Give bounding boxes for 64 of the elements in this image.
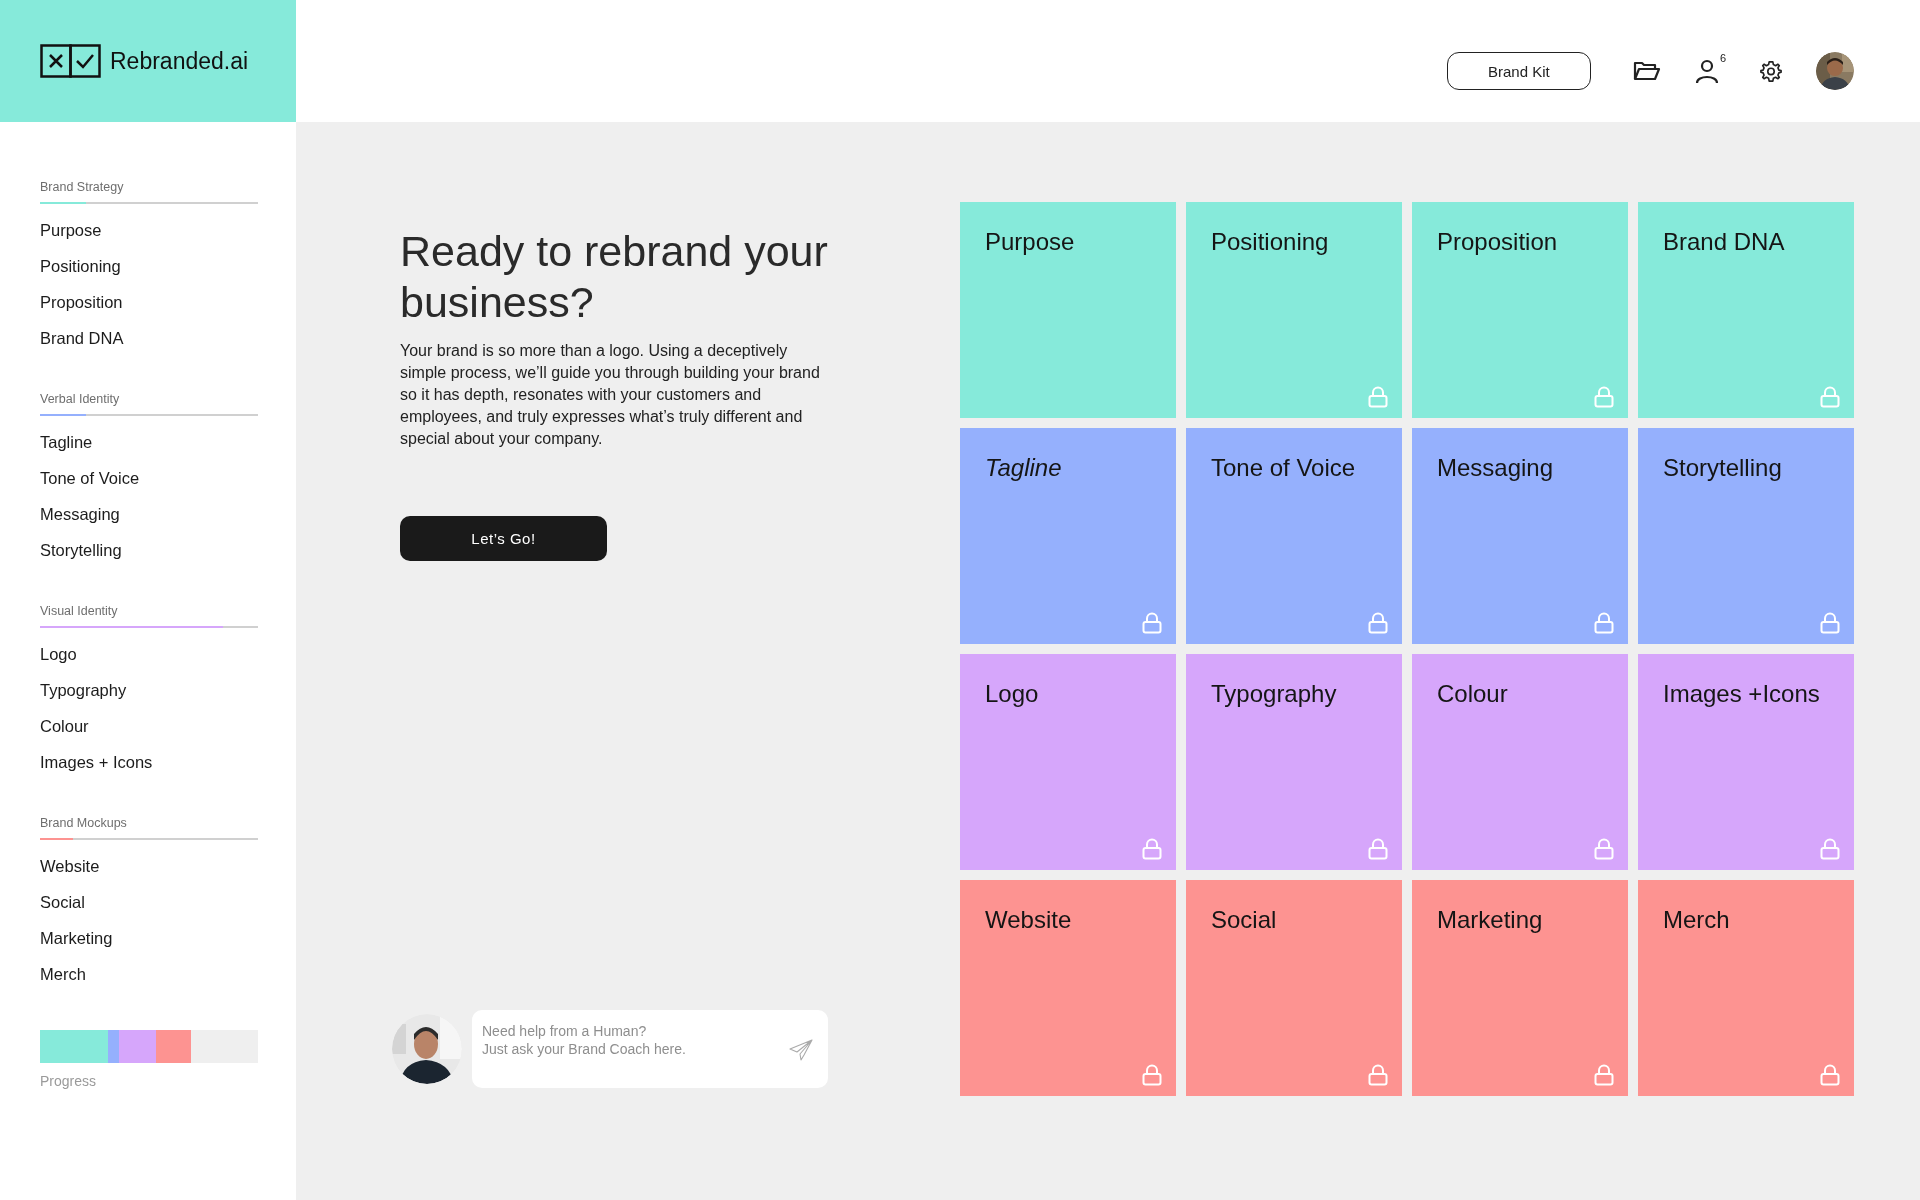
tile-title: Proposition <box>1437 228 1558 255</box>
chat-field[interactable]: Need help from a Human? Just ask your Brand Coach here. <box>472 1010 828 1088</box>
tile-title: Logo <box>985 680 1039 707</box>
settings-icon[interactable] <box>1760 60 1782 82</box>
tile-title: Messaging <box>1437 454 1554 481</box>
sidebar-item[interactable]: Tone of Voice <box>40 460 258 496</box>
module-tile[interactable]: Social <box>1186 880 1402 1096</box>
sidebar-item[interactable]: Images + Icons <box>40 744 258 780</box>
section-title: Verbal Identity <box>40 392 121 406</box>
sidebar-item[interactable]: Brand DNA <box>40 320 258 356</box>
sidebar-item[interactable]: Positioning <box>40 248 258 284</box>
section-title: Brand Strategy <box>40 180 125 194</box>
heading: Ready to rebrand your business? <box>400 226 829 328</box>
tile-title: Brand DNA <box>1663 228 1785 255</box>
tile-title: Storytelling <box>1663 454 1782 481</box>
tile-title: Typography <box>1211 680 1337 707</box>
intro-paragraph: Your brand is so more than a logo. Using a deceptively simple process, we’ll guide you through building your brand so it has depth, resonates with your customers and employees, and truly expresses what’s truly different and special about your company. <box>400 341 821 449</box>
tile-title: Website <box>985 906 1072 933</box>
section-title: Brand Mockups <box>40 816 128 830</box>
module-tile[interactable]: Website <box>960 880 1176 1096</box>
sidebar-item[interactable]: Marketing <box>40 920 258 956</box>
sidebar-item[interactable]: Storytelling <box>40 532 258 568</box>
tile-title: Tone of Voice <box>1211 454 1356 481</box>
sidebar-item[interactable]: Merch <box>40 956 258 992</box>
tile-title: Positioning <box>1211 228 1329 255</box>
tile-title: Colour <box>1437 680 1508 707</box>
sidebar-item[interactable]: Purpose <box>40 212 258 248</box>
sidebar-item[interactable]: Typography <box>40 672 258 708</box>
sidebar-item[interactable]: Colour <box>40 708 258 744</box>
lets-go-button[interactable]: Let’s Go! <box>400 516 607 561</box>
module-tile[interactable]: Colour <box>1412 654 1628 870</box>
module-tile[interactable]: Storytelling <box>1638 428 1854 644</box>
module-tile[interactable]: Positioning <box>1186 202 1402 418</box>
sidebar-item[interactable]: Logo <box>40 636 258 672</box>
module-tile[interactable]: Marketing <box>1412 880 1628 1096</box>
module-tile[interactable]: Brand DNA <box>1638 202 1854 418</box>
logo-icon <box>40 44 102 78</box>
logo-text: Rebranded.ai <box>110 47 249 75</box>
sidebar-item[interactable]: Website <box>40 848 258 884</box>
module-tile[interactable]: Purpose <box>960 202 1176 418</box>
tile-title: Images +Icons <box>1663 680 1820 707</box>
module-tile[interactable]: Tone of Voice <box>1186 428 1402 644</box>
tile-title: Merch <box>1663 906 1730 933</box>
module-tile[interactable]: Logo <box>960 654 1176 870</box>
tile-title: Social <box>1211 906 1277 933</box>
section-title: Visual Identity <box>40 604 119 618</box>
module-tile[interactable]: Merch <box>1638 880 1854 1096</box>
module-tile[interactable]: Tagline <box>960 428 1176 644</box>
sidebar-item[interactable]: Social <box>40 884 258 920</box>
progress-label: Progress <box>40 1073 98 1089</box>
sidebar-item[interactable]: Tagline <box>40 424 258 460</box>
tile-title: Marketing <box>1437 906 1543 933</box>
module-tile[interactable]: Messaging <box>1412 428 1628 644</box>
tile-title: Purpose <box>985 228 1075 255</box>
module-tile[interactable]: Proposition <box>1412 202 1628 418</box>
folder-icon[interactable] <box>1632 60 1661 82</box>
sidebar-item[interactable]: Proposition <box>40 284 258 320</box>
sidebar-item[interactable]: Messaging <box>40 496 258 532</box>
module-tile[interactable]: Typography <box>1186 654 1402 870</box>
brand-kit-button[interactable]: Brand Kit <box>1446 52 1591 90</box>
tile-title: Tagline <box>985 454 1062 481</box>
notification-count: 6 <box>1719 52 1726 64</box>
user-icon[interactable] <box>1694 58 1719 84</box>
module-tile[interactable]: Images +Icons <box>1638 654 1854 870</box>
